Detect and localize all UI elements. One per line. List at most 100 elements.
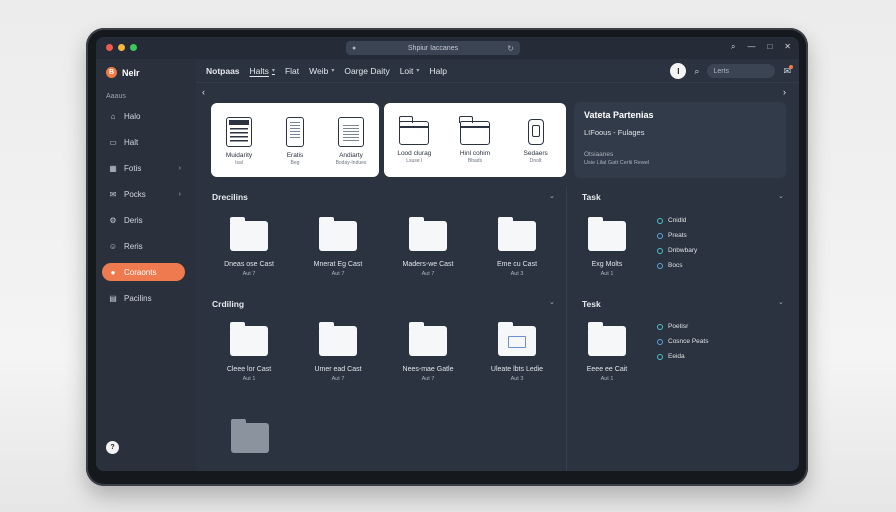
folder-icon[interactable]	[409, 322, 447, 356]
task-item[interactable]: Preats	[657, 232, 687, 239]
task-item[interactable]: Bocs	[657, 262, 682, 269]
card-item[interactable]: Muidarity Isal	[214, 117, 264, 166]
menu-item[interactable]: Loit ▾	[400, 66, 420, 76]
sidebar-item[interactable]: ✉ Pocks ›	[102, 185, 185, 203]
search-icon[interactable]: ⌕	[694, 66, 699, 77]
address-text: Shpiur Iaccanes	[407, 44, 459, 52]
info-line: Otsiaanes	[584, 151, 614, 158]
sidebar-item[interactable]: ● Coraonts	[102, 263, 185, 281]
card-item-sub: Beg	[290, 160, 300, 166]
menu-item[interactable]: Halp	[429, 66, 446, 76]
menu-item[interactable]: Oarge Daity	[344, 66, 389, 76]
info-title: Vateta Partenias	[584, 110, 654, 120]
search-icon[interactable]: ⌕	[731, 42, 735, 52]
status-ring-icon[interactable]	[657, 353, 663, 360]
chevron-down-icon[interactable]: ⌄	[549, 192, 555, 200]
menu-item-label: Oarge Daity	[344, 65, 390, 76]
minimize-icon[interactable]: —	[747, 42, 755, 52]
task-label: Cnidld	[668, 217, 687, 224]
folder-icon[interactable]	[230, 322, 268, 356]
card-item-sub: Dnolt	[529, 158, 542, 164]
task-item[interactable]: Cnidld	[657, 217, 686, 224]
folder-sub: Aut 7	[331, 271, 345, 277]
reload-icon[interactable]: ↻	[507, 44, 514, 53]
folder-sub: Aut 1	[600, 376, 614, 382]
folder-icon[interactable]	[588, 217, 626, 251]
card-item[interactable]: Sedaers Dnolt	[511, 117, 561, 164]
sidebar-item[interactable]: ⌂ Halo	[102, 107, 185, 125]
folder-icon[interactable]	[409, 217, 447, 251]
info-panel[interactable]: Vateta Partenias LIFoous - Fulages Otsia…	[574, 102, 786, 178]
forward-arrow-icon[interactable]: ›	[783, 87, 786, 97]
menu-item[interactable]: Flat	[285, 66, 299, 76]
column-divider	[566, 187, 567, 471]
folder-sub: Aut 7	[421, 271, 435, 277]
brand-logo-icon: B	[106, 67, 117, 78]
help-icon[interactable]: ?	[106, 441, 119, 454]
card-item-sub: Boday-Indues	[335, 160, 367, 166]
task-label: Poetisr	[668, 323, 689, 330]
folder-icon[interactable]	[231, 419, 269, 453]
sidebar-item[interactable]: ▭ Halt	[102, 133, 185, 151]
sidebar-item-label: Pocks	[124, 189, 146, 199]
zoom-dot[interactable]	[130, 44, 137, 51]
close-icon[interactable]: ✕	[784, 42, 791, 52]
card-item-label: Sedaers	[523, 150, 548, 157]
menu-bar: Notpaas Halts ▾ Flat Weib ▾ Oarge Daity Loit ▾ Ha…	[196, 59, 799, 83]
task-item[interactable]: Cosnce Peats	[657, 338, 708, 345]
flame-icon: ●	[110, 267, 116, 277]
folder-icon[interactable]	[319, 217, 357, 251]
monitor-icon	[508, 336, 526, 348]
folder-label: Uleate lbts Ledie	[490, 366, 544, 373]
section-title: Crdiling	[212, 299, 245, 309]
task-item[interactable]: Poetisr	[657, 323, 688, 330]
status-ring-icon[interactable]	[657, 338, 663, 345]
search-input[interactable]: Lerts	[707, 64, 776, 78]
window-titlebar: ● Shpiur Iaccanes ↻ ⌕ — □ ✕	[96, 37, 799, 59]
file-icon: ▤	[109, 293, 117, 303]
menu-item[interactable]: Weib ▾	[309, 66, 334, 76]
search-placeholder: Lerts	[713, 67, 730, 75]
restore-icon[interactable]: □	[767, 42, 772, 52]
back-arrow-icon[interactable]: ‹	[202, 87, 205, 97]
folder-icon[interactable]	[319, 322, 357, 356]
address-bar[interactable]: ● Shpiur Iaccanes ↻	[346, 41, 520, 55]
folder-label: Exg Molts	[591, 261, 623, 268]
folder-icon[interactable]	[230, 217, 268, 251]
sidebar-item[interactable]: ⚙ Deris	[102, 211, 185, 229]
status-ring-icon[interactable]	[657, 232, 663, 239]
task-item[interactable]: Eeida	[657, 353, 685, 360]
sidebar-item[interactable]: ▦ Fotis ›	[102, 159, 185, 177]
mobile-doc-icon	[286, 117, 304, 147]
minimize-dot[interactable]	[118, 44, 125, 51]
bell-icon[interactable]: ✉	[783, 64, 793, 77]
status-ring-icon[interactable]	[657, 323, 663, 330]
menu-item[interactable]: Halts ▾	[250, 66, 275, 76]
folder-icon[interactable]	[498, 322, 536, 356]
card-item[interactable]: Andiarty Boday-Indues	[326, 117, 376, 166]
info-subtitle: LIFoous - Fulages	[584, 128, 645, 137]
close-dot[interactable]	[106, 44, 113, 51]
avatar[interactable]: I	[670, 63, 687, 79]
folder-sub: Aut 1	[600, 271, 614, 277]
folder-label: Eme cu Cast	[496, 261, 538, 268]
menu-item[interactable]: Notpaas	[206, 66, 240, 76]
chevron-down-icon[interactable]: ⌄	[778, 192, 784, 200]
folder-icon[interactable]	[498, 217, 536, 251]
chevron-down-icon[interactable]: ⌄	[778, 298, 784, 306]
status-ring-icon[interactable]	[657, 262, 663, 269]
chevron-down-icon[interactable]: ⌄	[549, 298, 555, 306]
task-item[interactable]: Dnbwbary	[657, 247, 697, 254]
card-item[interactable]: Eratis Beg	[270, 117, 320, 166]
folder-icon[interactable]	[588, 322, 626, 356]
caret-down-icon: ▾	[416, 68, 420, 74]
sidebar-item[interactable]: ☺ Reris	[102, 237, 185, 255]
brand[interactable]: B Nelr	[106, 67, 140, 78]
section-title: Task	[582, 192, 601, 202]
card-item[interactable]: Lood clurag Lsuse I	[389, 116, 439, 164]
sidebar-item[interactable]: ▤ Pacilins	[102, 289, 185, 307]
menu-item-label: Notpaas	[206, 65, 240, 76]
status-ring-icon[interactable]	[657, 247, 663, 254]
status-ring-icon[interactable]	[657, 217, 663, 224]
card-item[interactable]: Hinl cohim Bbads	[450, 116, 500, 164]
